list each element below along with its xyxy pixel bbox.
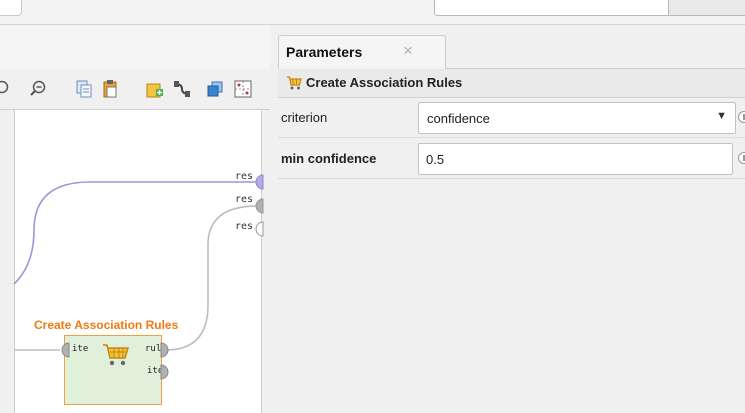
cart-icon [103, 344, 130, 366]
result-port-label-2: res [235, 194, 254, 205]
parameters-header: Create Association Rules [278, 69, 745, 98]
info-icon[interactable] [738, 152, 745, 164]
criterion-select-value: confidence [427, 111, 490, 126]
criterion-select[interactable]: confidence ▼ [418, 102, 736, 134]
tab-parameters[interactable]: Parameters × [278, 35, 446, 69]
param-row-min-confidence: min confidence [278, 139, 745, 179]
result-port-1[interactable] [255, 174, 264, 190]
info-icon[interactable] [738, 111, 745, 123]
param-row-criterion: criterion confidence ▼ [278, 98, 745, 138]
top-search-button[interactable] [668, 0, 745, 15]
result-port-label-3: res [235, 221, 254, 232]
operator-output-port-label-2: ite [147, 366, 164, 376]
operator-title: Create Association Rules [306, 75, 463, 90]
cart-icon [287, 76, 302, 90]
operator-title[interactable]: Create Association Rules [34, 318, 178, 332]
connection-purple[interactable] [13, 181, 257, 285]
result-port-2[interactable] [255, 198, 264, 214]
tab-parameters-label: Parameters [286, 44, 363, 60]
param-label-criterion: criterion [281, 110, 328, 125]
result-port-label-1: res [235, 171, 254, 182]
result-port-3[interactable] [255, 221, 264, 237]
parameters-panel: Parameters × Create Association Rules cr… [270, 25, 745, 413]
close-icon[interactable]: × [403, 41, 413, 61]
top-strip [0, 0, 745, 24]
operator-output-port-label-1: rul [145, 344, 162, 354]
operator-create-association-rules[interactable]: ite rul ite [64, 335, 164, 405]
top-left-button[interactable] [0, 0, 22, 16]
process-panel: res res res Create Association Rules ite… [0, 25, 270, 413]
chevron-down-icon[interactable]: ▼ [716, 110, 727, 122]
min-confidence-input[interactable] [418, 143, 733, 175]
top-search-field[interactable] [434, 0, 745, 16]
param-label-min-confidence: min confidence [281, 151, 377, 166]
operator-input-port-label: ite [72, 344, 89, 354]
